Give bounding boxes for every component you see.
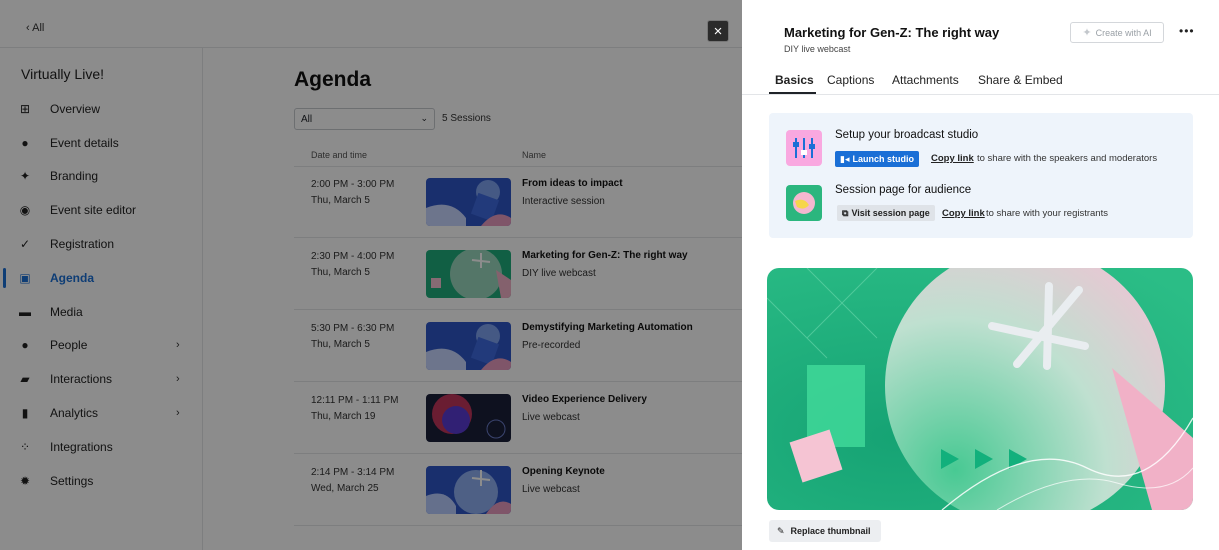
modal-backdrop[interactable] bbox=[0, 0, 742, 550]
panel-tabs: Basics Captions Attachments Share & Embe… bbox=[742, 70, 1219, 95]
more-options-button[interactable]: ••• bbox=[1179, 24, 1195, 38]
replace-thumbnail-button[interactable]: ✎ Replace thumbnail bbox=[769, 520, 881, 542]
audience-title: Session page for audience bbox=[835, 184, 972, 196]
tab-share-embed[interactable]: Share & Embed bbox=[978, 73, 1063, 87]
copy-audience-link[interactable]: Copy link bbox=[942, 208, 985, 219]
session-thumbnail bbox=[767, 268, 1193, 510]
launch-studio-label: Launch studio bbox=[852, 154, 914, 164]
panel-subtitle: DIY live webcast bbox=[784, 44, 851, 54]
launch-studio-button[interactable]: ▮◂ Launch studio bbox=[835, 151, 919, 167]
tab-attachments[interactable]: Attachments bbox=[892, 73, 959, 87]
audience-icon bbox=[786, 185, 822, 221]
studio-link-note: to share with the speakers and moderator… bbox=[977, 153, 1158, 164]
close-icon: × bbox=[713, 23, 723, 40]
tab-basics[interactable]: Basics bbox=[775, 73, 814, 87]
pencil-icon: ✎ bbox=[777, 525, 785, 536]
active-tab-indicator bbox=[769, 92, 816, 94]
panel-title: Marketing for Gen-Z: The right way bbox=[784, 25, 1000, 40]
external-link-icon: ⧉ bbox=[842, 207, 849, 218]
copy-studio-link[interactable]: Copy link bbox=[931, 153, 974, 164]
video-camera-icon: ▮◂ bbox=[840, 153, 850, 164]
create-with-ai-button[interactable]: ✦ Create with AI bbox=[1070, 22, 1164, 43]
studio-title: Setup your broadcast studio bbox=[835, 129, 979, 141]
visit-session-page-label: Visit session page bbox=[851, 208, 930, 218]
close-button[interactable]: × bbox=[707, 20, 729, 42]
tab-captions[interactable]: Captions bbox=[827, 73, 874, 87]
create-with-ai-label: Create with AI bbox=[1095, 27, 1152, 38]
visit-session-page-button[interactable]: ⧉ Visit session page bbox=[837, 205, 935, 221]
links-card: Setup your broadcast studio ▮◂ Launch st… bbox=[769, 113, 1193, 238]
studio-icon bbox=[786, 130, 822, 166]
sparkle-icon: ✦ bbox=[1082, 27, 1092, 39]
audience-link-note: to share with your registrants bbox=[986, 208, 1108, 219]
replace-thumbnail-label: Replace thumbnail bbox=[790, 526, 871, 536]
session-detail-panel: Marketing for Gen-Z: The right way DIY l… bbox=[742, 0, 1219, 550]
